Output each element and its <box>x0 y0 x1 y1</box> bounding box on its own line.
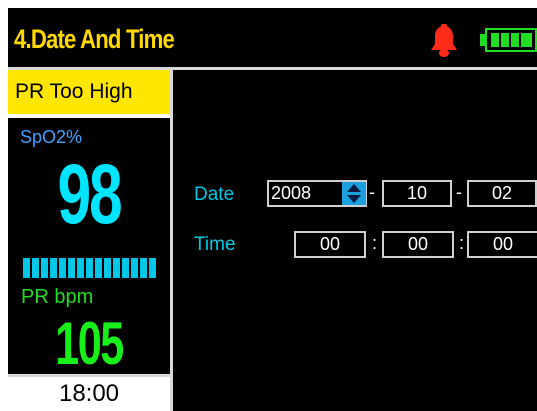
pulse-bar-segment <box>77 258 84 278</box>
year-spinner[interactable] <box>342 182 366 205</box>
panel-divider <box>170 70 173 411</box>
pulse-bar-segment <box>149 258 156 278</box>
year-value: 2008 <box>271 183 312 203</box>
day-field[interactable]: 02 <box>467 180 537 207</box>
date-separator-1: - <box>369 182 375 202</box>
pr-label: PR bpm <box>21 286 94 308</box>
pulse-bar-segment <box>122 258 129 278</box>
date-label: Date <box>194 184 235 205</box>
pulse-strength-bar <box>23 258 156 278</box>
device-screen: 4.Date And Time PR Too High SpO2% 98 PR … <box>8 8 537 411</box>
minute-field[interactable]: 00 <box>382 231 454 258</box>
pulse-bar-segment <box>104 258 111 278</box>
time-separator-2: : <box>459 233 465 253</box>
pulse-bar-segment <box>59 258 66 278</box>
pulse-bar-segment <box>113 258 120 278</box>
alarm-message: PR Too High <box>8 70 170 114</box>
pulse-bar-segment <box>50 258 57 278</box>
pulse-bar-segment <box>68 258 75 278</box>
header-bar: 4.Date And Time <box>8 8 537 67</box>
vitals-panel: PR Too High SpO2% 98 PR bpm 105 18:00 <box>8 70 170 411</box>
date-separator-2: - <box>456 182 462 202</box>
pulse-bar-segment <box>86 258 93 278</box>
clock-display: 18:00 <box>8 374 170 411</box>
spo2-label: SpO2% <box>20 127 83 147</box>
month-field[interactable]: 10 <box>382 180 452 207</box>
hour-field[interactable]: 00 <box>294 231 366 258</box>
pulse-bar-segment <box>131 258 138 278</box>
pulse-bar-segment <box>23 258 30 278</box>
battery-full-icon <box>480 28 537 52</box>
second-field[interactable]: 00 <box>467 231 537 258</box>
page-title: 4.Date And Time <box>14 24 175 54</box>
alarm-divider <box>8 114 170 118</box>
bell-icon <box>431 24 457 57</box>
pulse-bar-segment <box>140 258 147 278</box>
time-separator-1: : <box>372 233 378 253</box>
up-down-arrows-icon <box>347 184 361 203</box>
pulse-bar-segment <box>32 258 39 278</box>
pulse-bar-segment <box>41 258 48 278</box>
pr-value: 105 <box>55 310 124 377</box>
spo2-value: 98 <box>57 147 123 241</box>
year-field[interactable]: 2008 <box>267 180 367 207</box>
time-label: Time <box>194 234 236 255</box>
pulse-bar-segment <box>95 258 102 278</box>
